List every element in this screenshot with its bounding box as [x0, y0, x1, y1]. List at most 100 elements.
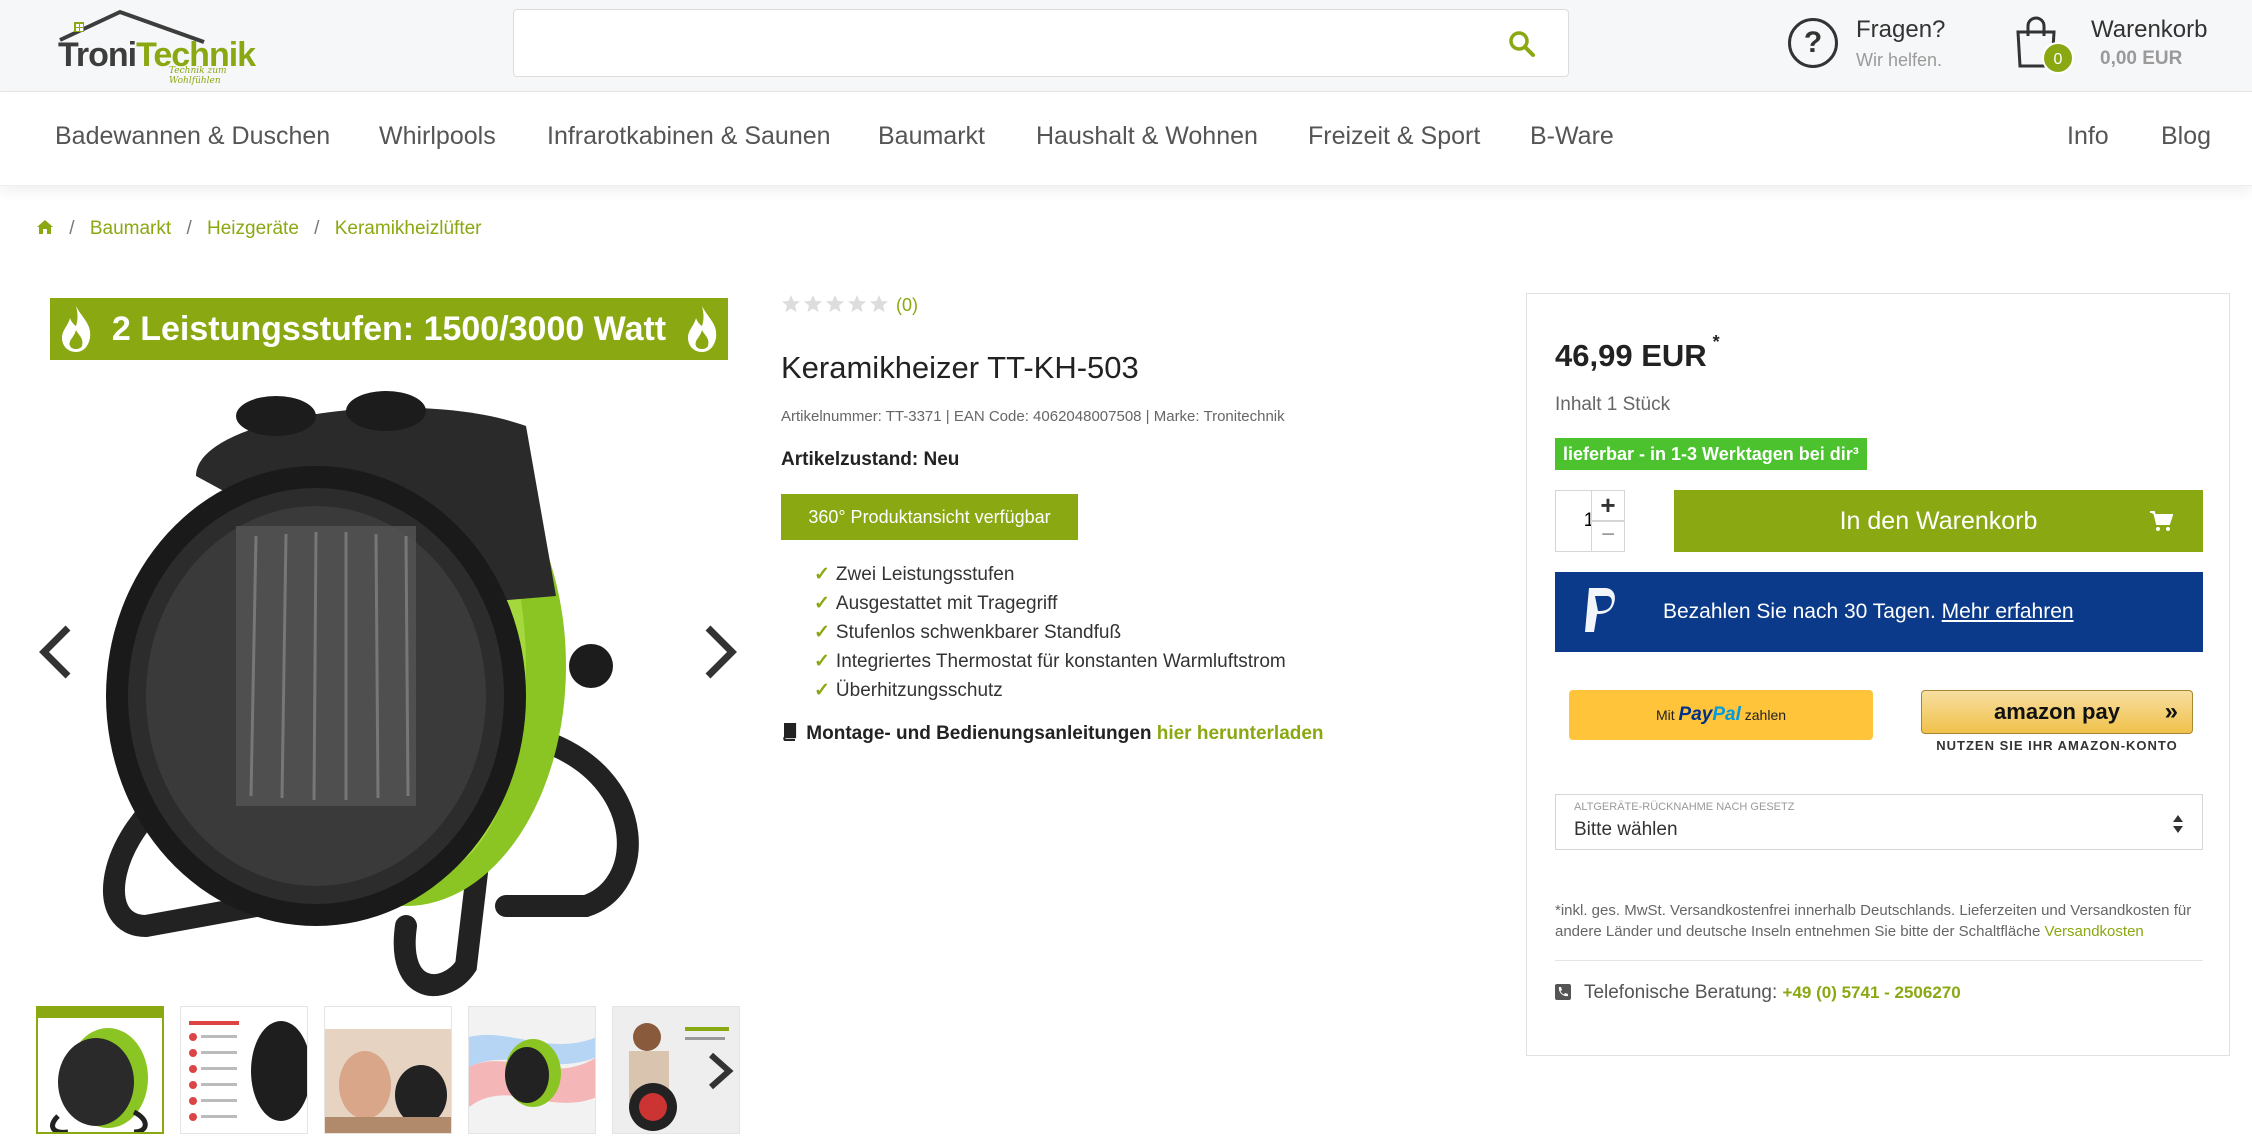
main-nav: Badewannen & Duschen Whirlpools Infrarot… [0, 92, 2252, 186]
gallery-next-arrow-icon[interactable] [700, 622, 740, 682]
checkmark-icon: ✓ [814, 564, 830, 585]
shipping-costs-link[interactable]: Versandkosten [2045, 923, 2144, 940]
flame-icon [62, 306, 91, 352]
list-item: ✓ Überhitzungsschutz [814, 676, 1286, 705]
stock-badge: lieferbar - in 1-3 Werktagen bei dir³ [1555, 438, 1867, 470]
recycling-select[interactable]: ALTGERÄTE-RÜCKNAHME NACH GESETZ Bitte wä… [1555, 794, 2203, 850]
thumbnail-image [325, 1007, 451, 1133]
paypal-learn-more-link[interactable]: Mehr erfahren [1942, 600, 2074, 623]
breadcrumb: / Baumarkt / Heizgeräte / Keramikheizlüf… [36, 218, 482, 240]
double-chevron-icon: » [2164, 698, 2178, 725]
thumbnail-image [469, 1007, 595, 1133]
select-value: Bitte wählen [1574, 819, 1678, 840]
nav-item-whirlpools[interactable]: Whirlpools [379, 122, 496, 151]
add-to-cart-label: In den Warenkorb [1839, 507, 2038, 535]
phone-consultation: Telefonische Beratung: +49 (0) 5741 - 25… [1555, 982, 1961, 1004]
nav-item-b-ware[interactable]: B-Ware [1530, 122, 1614, 151]
list-item: ✓ Ausgestattet mit Tragegriff [814, 589, 1286, 618]
rating[interactable]: (0) [781, 294, 918, 316]
feature-text: Ausgestattet mit Tragegriff [835, 593, 1058, 614]
price-note: *inkl. ges. MwSt. Versandkostenfrei inne… [1555, 902, 2192, 940]
feature-text: Zwei Leistungsstufen [835, 564, 1015, 585]
quantity-decrease-button[interactable]: − [1591, 521, 1625, 552]
nav-item-baumarkt[interactable]: Baumarkt [878, 122, 985, 151]
product-title: Keramikheizer TT-KH-503 [781, 350, 1139, 385]
top-header: TroniTechnik Technik zum Wohlfühlen ? Fr… [0, 0, 2252, 92]
star-empty-icon [804, 295, 822, 312]
breadcrumb-separator: / [314, 218, 320, 239]
help-subtitle: Wir helfen. [1856, 50, 1943, 70]
site-logo[interactable]: TroniTechnik Technik zum Wohlfühlen [54, 8, 256, 86]
cart-total: 0,00 EUR [2100, 48, 2183, 69]
phone-label: Telefonische Beratung: [1583, 982, 1778, 1003]
amazon-pay-button[interactable]: amazon pay » [1921, 690, 2193, 734]
help-link[interactable]: ? Fragen? Wir helfen. [1788, 16, 1948, 76]
star-empty-icon [782, 295, 800, 312]
paypal-checkout-button[interactable]: Mit PayPal zahlen [1569, 690, 1873, 740]
flame-icon [688, 306, 717, 352]
cart-icon [2150, 511, 2173, 531]
phone-number-link[interactable]: +49 (0) 5741 - 2506270 [1783, 983, 1961, 1002]
product-meta: Artikelnummer: TT-3371 | EAN Code: 40620… [781, 408, 1285, 425]
thumbnail[interactable] [324, 1006, 452, 1134]
view-360-button[interactable]: 360° Produktansicht verfügbar [781, 494, 1078, 540]
cart-title: Warenkorb [2091, 16, 2208, 43]
gallery-prev-arrow-icon[interactable] [36, 622, 76, 682]
buy-box: 46,99 EUR * Inhalt 1 Stück lieferbar - in… [1526, 293, 2230, 1056]
breadcrumb-item-heizgeraete[interactable]: Heizgeräte [207, 218, 299, 240]
checkmark-icon: ✓ [814, 651, 830, 672]
star-empty-icon [826, 295, 844, 312]
breadcrumb-item-baumarkt[interactable]: Baumarkt [90, 218, 171, 240]
add-to-cart-button[interactable]: In den Warenkorb [1674, 490, 2203, 552]
thumbnail-next-arrow-icon[interactable] [705, 1051, 735, 1091]
list-item: ✓ Zwei Leistungsstufen [814, 560, 1286, 589]
search-input[interactable] [528, 24, 1428, 64]
star-empty-icon [848, 295, 866, 312]
thumbnail[interactable] [468, 1006, 596, 1134]
nav-item-blog[interactable]: Blog [2161, 122, 2211, 151]
search-icon[interactable] [1508, 30, 1536, 58]
quantity-increase-button[interactable]: + [1591, 490, 1625, 521]
manual-download-link[interactable]: hier herunterladen [1157, 723, 1324, 744]
manual-text: Montage- und Bedienungsanleitungen [806, 723, 1152, 744]
cart-count-badge: 0 [2042, 42, 2074, 74]
nav-item-info[interactable]: Info [2067, 122, 2109, 151]
nav-item-haushalt[interactable]: Haushalt & Wohnen [1036, 122, 1258, 151]
logo-tagline: Technik zum Wohlfühlen [169, 66, 227, 86]
feature-text: Integriertes Thermostat für konstanten W… [835, 651, 1286, 672]
nav-item-freizeit[interactable]: Freizeit & Sport [1308, 122, 1480, 151]
star-empty-icon [870, 295, 888, 312]
book-icon [783, 723, 797, 741]
checkmark-icon: ✓ [814, 680, 830, 701]
feature-text: Überhitzungsschutz [835, 680, 1003, 701]
breadcrumb-item-keramikheizluefter[interactable]: Keramikheizlüfter [335, 218, 482, 240]
paypal-later-text: Bezahlen Sie nach 30 Tagen. Mehr erfahre… [1663, 600, 2074, 623]
product-price: 46,99 EUR * [1555, 332, 1720, 373]
manual-download: Montage- und Bedienungsanleitungen hier … [781, 723, 1324, 745]
help-title: Fragen? [1856, 16, 1946, 43]
select-caret-icon [2173, 815, 2183, 833]
power-banner: 2 Leistungsstufen: 1500/3000 Watt [50, 298, 728, 360]
product-content: Inhalt 1 Stück [1555, 394, 1671, 415]
paypal-icon [1585, 588, 1615, 632]
thumbnail-image [189, 1021, 307, 1121]
select-label: ALTGERÄTE-RÜCKNAHME NACH GESETZ [1574, 801, 1795, 813]
breadcrumb-separator: / [69, 218, 75, 239]
feature-text: Stufenlos schwenkbarer Standfuß [835, 622, 1122, 643]
thumbnail[interactable] [36, 1006, 164, 1134]
power-banner-text: 2 Leistungsstufen: 1500/3000 Watt [111, 310, 667, 348]
nav-item-infrarotkabinen[interactable]: Infrarotkabinen & Saunen [547, 122, 831, 151]
product-image[interactable] [86, 366, 686, 1000]
nav-item-badewannen[interactable]: Badewannen & Duschen [55, 122, 330, 151]
product-gallery: 2 Leistungsstufen: 1500/3000 Watt [36, 296, 740, 1000]
home-icon[interactable] [36, 219, 54, 235]
rating-count: (0) [896, 295, 919, 315]
price-footnote-mark: * [1712, 332, 1720, 352]
paypal-later-banner: Bezahlen Sie nach 30 Tagen. Mehr erfahre… [1555, 572, 2203, 652]
thumbnail[interactable] [612, 1006, 740, 1134]
question-icon: ? [1788, 18, 1838, 68]
product-condition: Artikelzustand: Neu [781, 449, 960, 470]
search-bar [513, 9, 1569, 77]
thumbnail[interactable] [180, 1006, 308, 1134]
cart-link[interactable]: 0 Warenkorb 0,00 EUR [2012, 14, 2242, 74]
